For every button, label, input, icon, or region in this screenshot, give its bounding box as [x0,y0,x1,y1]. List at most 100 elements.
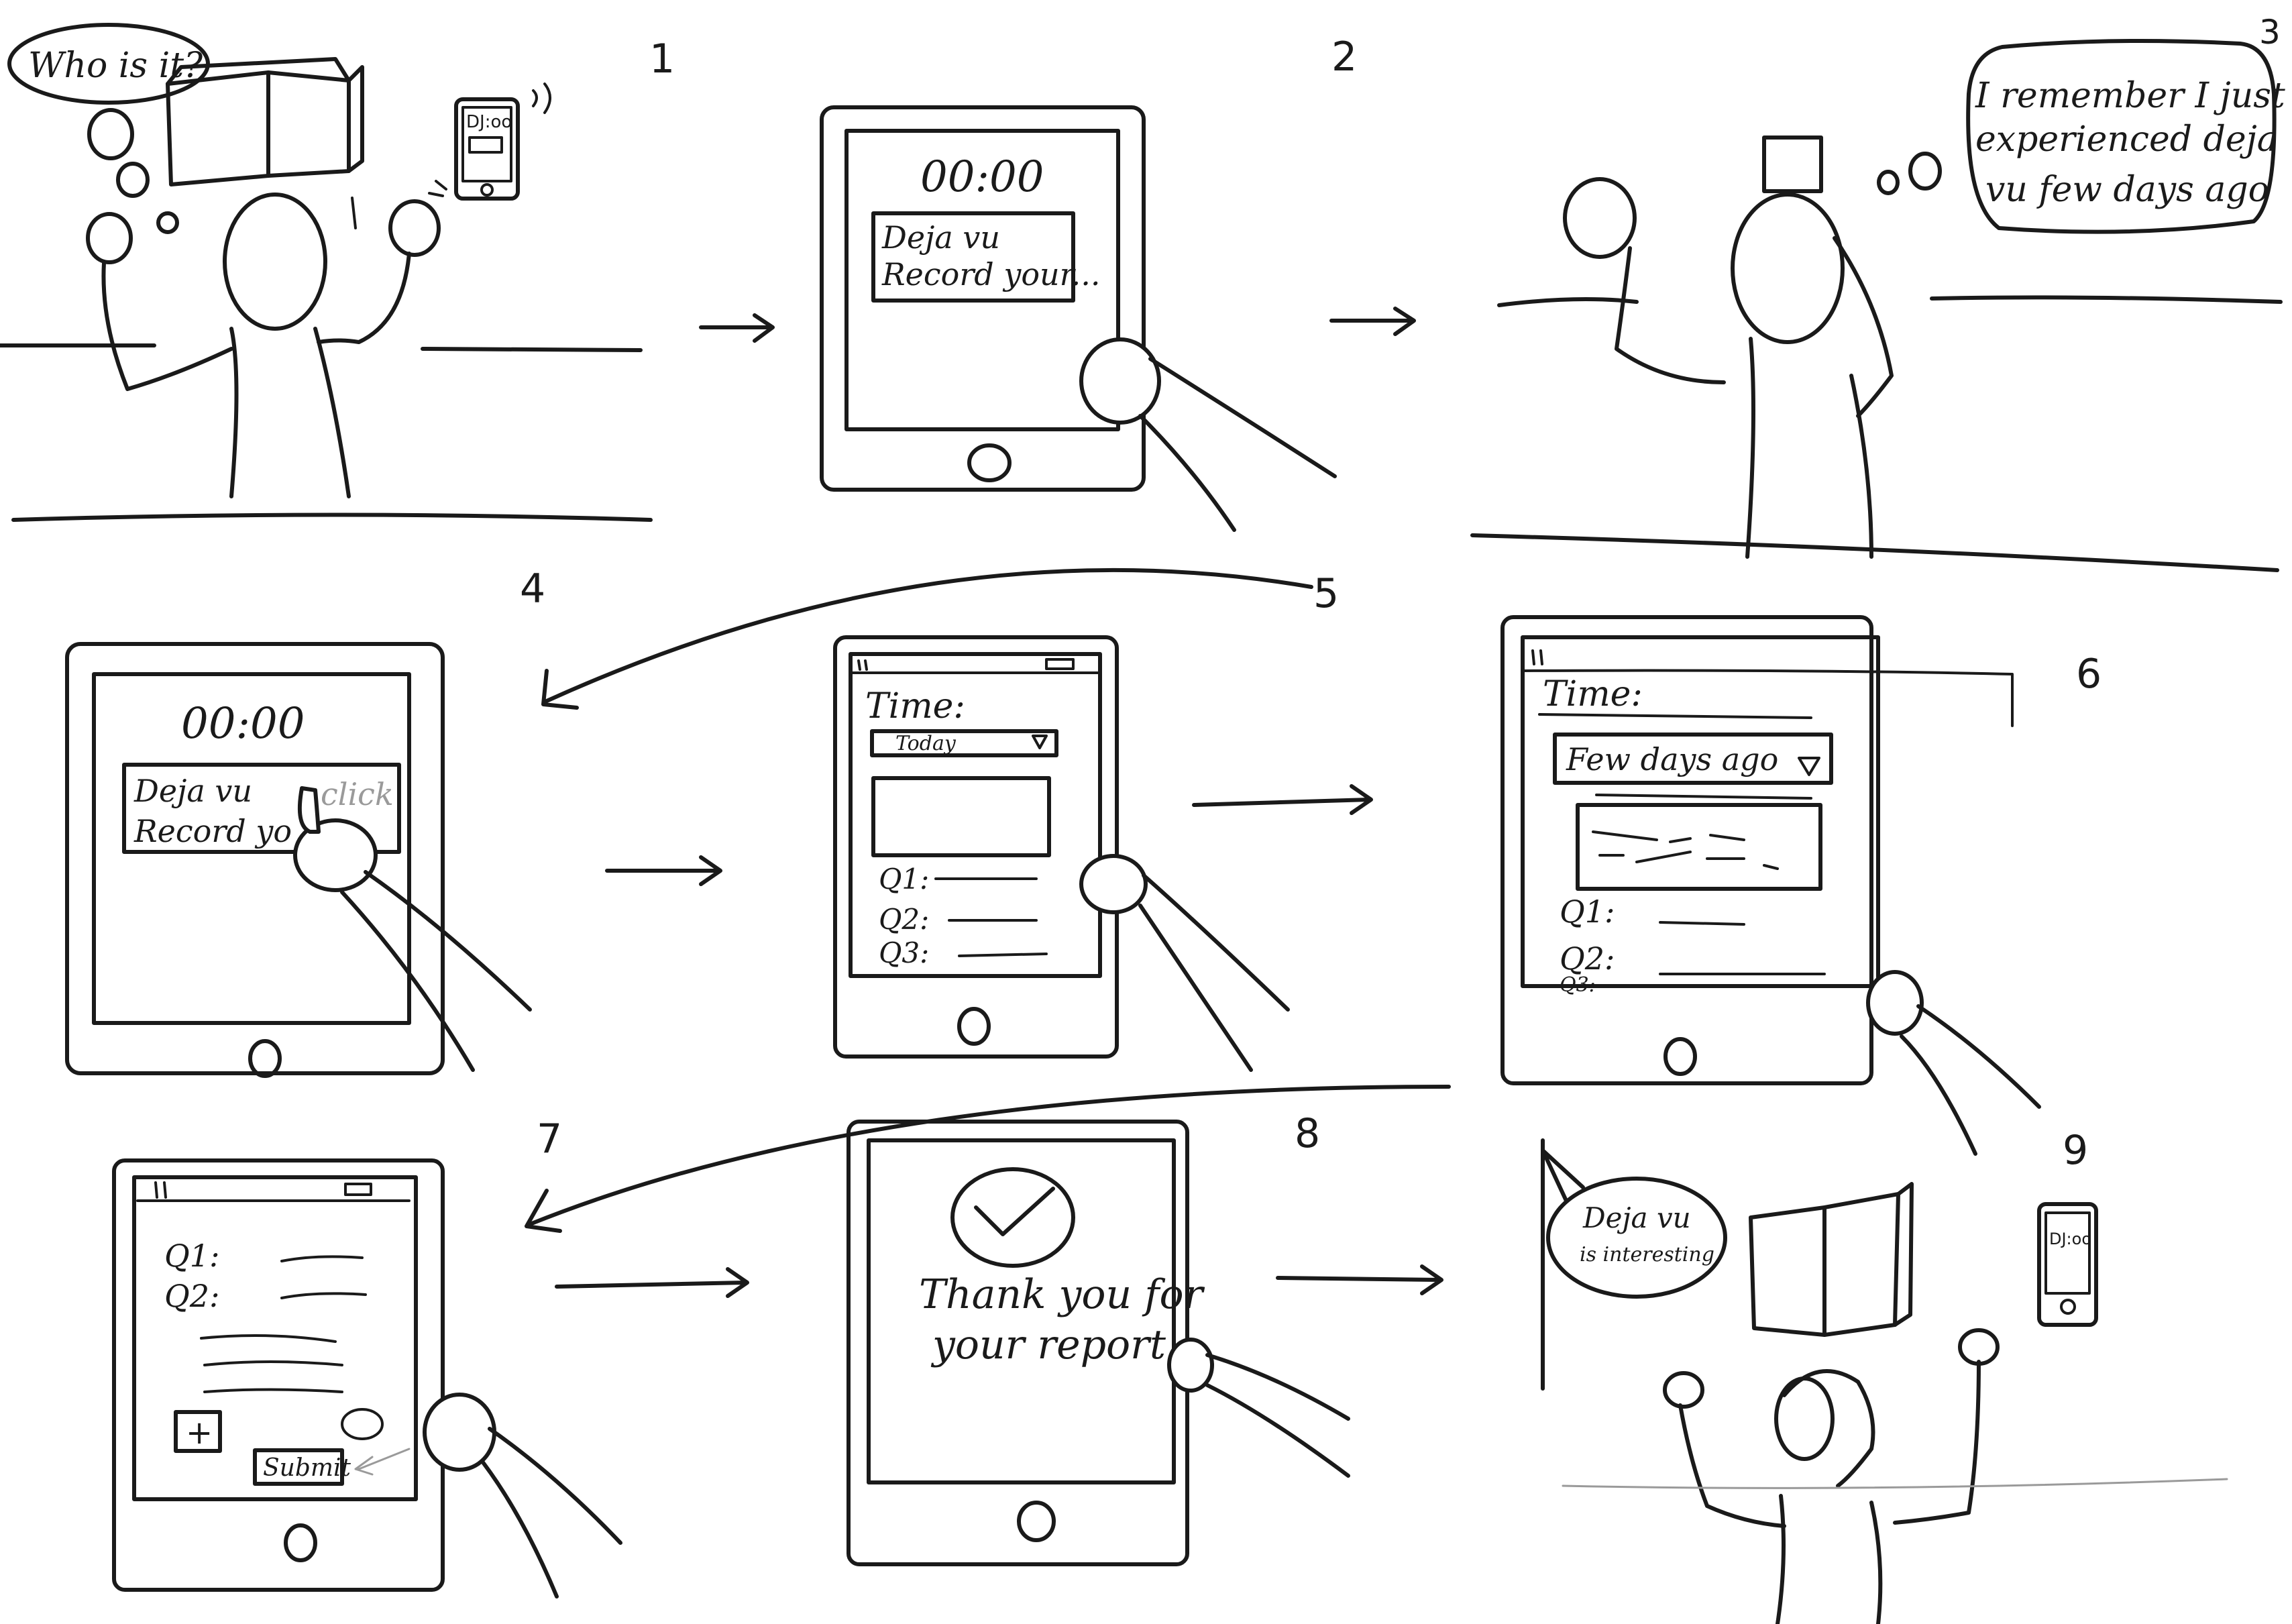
panel-4-number: 4 [520,565,545,612]
panel-5-dropdown-value: Today [895,732,957,755]
panel-5-number: 5 [1313,570,1339,617]
storyboard: 1 Who is it? DJ:oo 2 00:00 Deja vu Recor… [0,0,2292,1624]
panel-4-timer: 00:00 [181,699,305,749]
thought-dot [87,108,134,160]
panel-4-notice-line1: Deja vu [133,773,252,809]
signal-icon [857,659,868,671]
signal-icon [1531,649,1543,665]
panel-1-phone-text: DJ:oo [466,112,512,132]
hand-figure [1167,1338,1350,1478]
panel-9: 9 Deja vu is interesting DJ:oo [1541,1127,2228,1624]
thought-dot [116,162,150,198]
panel-8: 8 Thank you for your report. [847,1110,1350,1566]
battery-icon [344,1183,372,1196]
panel-9-speech-bubble [1546,1177,1727,1299]
arrow-7-to-8 [555,1267,749,1298]
panel-3-thought-line1: I remember I just [1975,76,2285,116]
answer-line[interactable] [280,1255,364,1262]
panel-8-number: 8 [1295,1110,1320,1157]
panel-8-thanks-line2: your report. [930,1321,1179,1368]
hand-figure [1079,854,1290,1072]
checkmark-icon [974,1187,1055,1236]
pointer-arrow-icon [354,1448,411,1476]
panel-9-number: 9 [2063,1127,2088,1174]
phone-icon [1762,136,1823,193]
panel-1: 1 Who is it? DJ:oo [0,23,675,522]
panel-9-phone-text: DJ:oo [2049,1230,2091,1248]
divider [1538,713,1812,719]
panel-2-notice-line1: Deja vu [881,219,1000,256]
thought-dot [1908,152,1942,191]
more-icon[interactable] [341,1408,384,1440]
home-button[interactable] [957,1007,991,1046]
panel-6-q3: Q3: [1560,973,1596,997]
signal-icon [154,1181,167,1199]
chevron-down-icon [1798,757,1820,776]
panel-3: 3 I remember I just experienced deja vu … [1470,13,2285,572]
panel-6-time-label: Time: [1543,674,1643,714]
panel-4: 4 00:00 Deja vu Record yo click [65,565,545,1078]
panel-2-number: 2 [1331,34,1357,80]
answer-line[interactable] [1659,921,1745,926]
battery-icon [1045,658,1075,670]
arrow-8-to-9 [1276,1264,1443,1295]
thought-dot [156,211,179,234]
home-button[interactable] [284,1523,317,1562]
panel-3-number: 3 [2259,13,2281,52]
panel-4-click-label: click [321,776,394,812]
panel-7: 7 Q1: Q2: + Submit [112,1116,622,1599]
panel-6-q1: Q1: [1560,894,1615,930]
bed-line [11,512,653,522]
bed-line [1562,1478,2228,1489]
panel-5-q2: Q2: [879,903,929,936]
answer-line[interactable] [958,953,1048,957]
thought-dot [1877,170,1900,195]
panel-1-number: 1 [649,36,675,83]
panel-8-thanks-line1: Thank you for [919,1271,1205,1318]
home-button[interactable] [1017,1501,1056,1542]
panel-5-text-area[interactable] [871,776,1051,857]
panel-5-time-label: Time: [865,686,965,726]
panel-1-speech-text: Who is it? [28,46,203,86]
bed-line [1497,295,2283,307]
panel-6-number: 6 [2076,651,2102,698]
home-button[interactable] [967,443,1012,482]
arrow-2-to-3 [1329,307,1416,336]
success-circle [950,1167,1075,1268]
panel-4-notice-line2: Record yo [133,813,292,849]
home-button[interactable] [1663,1037,1697,1076]
panel-5-q1: Q1: [879,863,929,896]
hand-figure [1866,970,2041,1156]
person-figure [1663,1328,2000,1624]
tablet-frame [112,1158,445,1592]
hand-figure [1079,337,1337,532]
panel-7-q1: Q1: [164,1238,219,1274]
storyboard-drawing: 1 Who is it? DJ:oo 2 00:00 Deja vu Recor… [0,13,2285,1624]
answer-line[interactable] [280,1292,367,1299]
hand-figure [423,1393,622,1599]
arrow-1-to-2 [699,313,775,343]
arrow-5-to-6 [1192,784,1373,815]
panel-6-q2: Q2: [1560,940,1615,977]
chevron-down-icon [1032,735,1048,749]
panel-5: 5 Time: Today Q1: Q2: Q3: [833,570,1339,1072]
panel-2-timer: 00:00 [920,152,1044,202]
phone-icon: DJ:oo [428,83,551,201]
panel-9-speech-line2: is interesting [1580,1243,1714,1266]
finger-figure [293,786,532,1072]
phone-icon: DJ:oo [2037,1202,2098,1327]
typed-text-scribble [200,1334,343,1393]
panel-3-thought-line2: experienced deja [1975,119,2278,160]
panel-2-notice-line2: Record your... [881,256,1100,292]
panel-7-number: 7 [537,1116,562,1162]
panel-5-q3: Q3: [879,936,929,969]
home-button[interactable] [248,1039,282,1078]
person-figure [1563,136,1894,559]
panel-6-text-area[interactable] [1576,803,1822,891]
bed-line [1470,533,2279,572]
book-icon [1749,1182,1914,1337]
panel-6: 6 Time: Few days ago Q1: Q2: Q3: [1500,615,2102,1156]
panel-6-dropdown-value: Few days ago [1566,741,1778,777]
arrow-4-to-5 [605,855,722,886]
typed-text-scribble [1592,830,1779,870]
